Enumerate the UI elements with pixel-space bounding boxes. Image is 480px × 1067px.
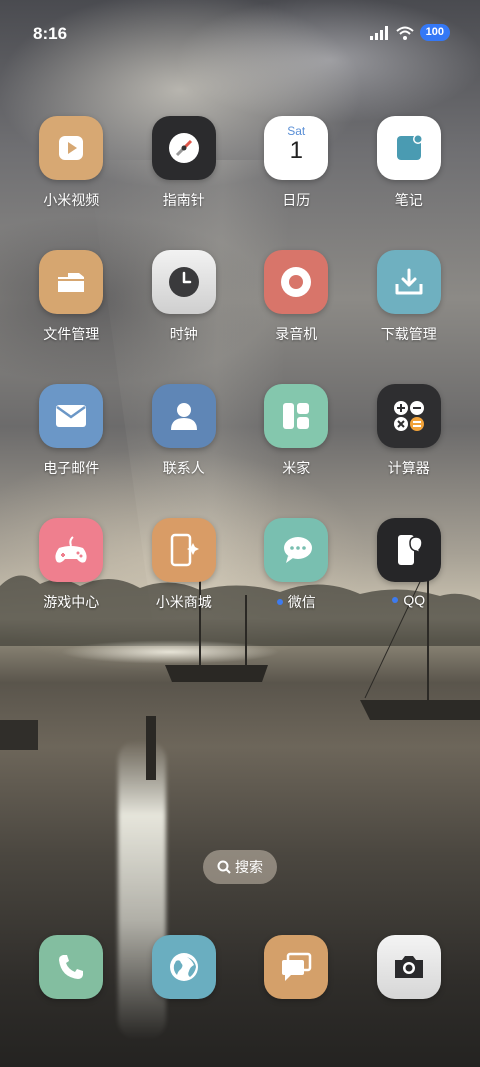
gamepad-icon bbox=[39, 518, 104, 582]
app-label-text: QQ bbox=[403, 592, 426, 608]
dock-browser[interactable] bbox=[128, 935, 241, 999]
app-mi-video[interactable]: 小米视频 bbox=[15, 116, 128, 210]
dock-messages[interactable] bbox=[240, 935, 353, 999]
app-label: 下载管理 bbox=[380, 326, 437, 342]
app-label-text: 微信 bbox=[287, 594, 316, 610]
app-wechat[interactable]: 微信 bbox=[240, 518, 353, 612]
mail-icon bbox=[39, 384, 104, 448]
app-label: 文件管理 bbox=[43, 326, 100, 342]
app-mijia[interactable]: 米家 bbox=[240, 384, 353, 478]
new-dot bbox=[276, 599, 283, 605]
calendar-day: Sat bbox=[287, 124, 306, 138]
app-contacts[interactable]: 联系人 bbox=[128, 384, 241, 478]
app-label: 日历 bbox=[282, 192, 311, 208]
app-label: 小米商城 bbox=[155, 594, 212, 610]
chat-bubbles-icon bbox=[264, 518, 329, 582]
signal-icon bbox=[369, 25, 388, 40]
camera-icon bbox=[376, 935, 441, 999]
phone-icon bbox=[39, 935, 104, 999]
compass-icon bbox=[151, 116, 216, 180]
dock-phone[interactable] bbox=[15, 935, 128, 999]
search-icon bbox=[217, 860, 231, 874]
download-icon bbox=[376, 250, 441, 314]
app-label: 米家 bbox=[282, 460, 311, 476]
globe-icon bbox=[151, 935, 216, 999]
wifi-icon bbox=[395, 26, 414, 40]
status-icons: 100 bbox=[369, 24, 450, 41]
status-time: 8:16 bbox=[33, 24, 68, 43]
app-file-manager[interactable]: 文件管理 bbox=[15, 250, 128, 344]
app-clock[interactable]: 时钟 bbox=[128, 250, 241, 344]
clock-icon bbox=[151, 250, 216, 314]
notes-icon bbox=[376, 116, 441, 180]
folder-icon bbox=[39, 250, 104, 314]
app-notes[interactable]: 笔记 bbox=[353, 116, 466, 210]
shop-icon bbox=[151, 518, 216, 582]
status-bar: 8:16 100 bbox=[0, 0, 480, 66]
app-recorder[interactable]: 录音机 bbox=[240, 250, 353, 344]
app-mi-store[interactable]: 小米商城 bbox=[128, 518, 241, 612]
app-game-center[interactable]: 游戏中心 bbox=[15, 518, 128, 612]
search-button[interactable]: 搜索 bbox=[203, 850, 277, 884]
app-calculator[interactable]: 计算器 bbox=[353, 384, 466, 478]
new-dot bbox=[392, 597, 399, 603]
search-label: 搜索 bbox=[235, 859, 263, 875]
contact-icon bbox=[151, 384, 216, 448]
calendar-icon: Sat 1 bbox=[264, 116, 329, 180]
app-label: 游戏中心 bbox=[43, 594, 100, 610]
video-play-icon bbox=[39, 116, 104, 180]
app-grid: 小米视频 指南针 Sat 1 日历 笔记 文件管理 时钟 录音机 下载管理 电子… bbox=[15, 116, 465, 612]
qq-phone-icon bbox=[376, 518, 441, 582]
app-label: 小米视频 bbox=[43, 192, 100, 208]
app-download-manager[interactable]: 下载管理 bbox=[353, 250, 466, 344]
app-label: QQ bbox=[392, 592, 425, 608]
dock bbox=[15, 935, 465, 999]
battery-icon: 100 bbox=[419, 24, 450, 41]
calendar-date: 1 bbox=[289, 137, 303, 164]
app-label: 联系人 bbox=[162, 460, 205, 476]
app-compass[interactable]: 指南针 bbox=[128, 116, 241, 210]
app-label: 微信 bbox=[276, 592, 316, 612]
dock-camera[interactable] bbox=[353, 935, 466, 999]
app-label: 时钟 bbox=[169, 326, 198, 342]
app-label: 指南针 bbox=[162, 192, 205, 208]
app-qq[interactable]: QQ bbox=[353, 518, 466, 612]
app-label: 笔记 bbox=[394, 192, 423, 208]
message-icon bbox=[264, 935, 329, 999]
app-label: 计算器 bbox=[387, 460, 430, 476]
calculator-icon bbox=[376, 384, 441, 448]
grid-blocks-icon bbox=[264, 384, 329, 448]
app-label: 录音机 bbox=[275, 326, 318, 342]
record-icon bbox=[264, 250, 329, 314]
app-calendar[interactable]: Sat 1 日历 bbox=[240, 116, 353, 210]
app-label: 电子邮件 bbox=[43, 460, 100, 476]
app-email[interactable]: 电子邮件 bbox=[15, 384, 128, 478]
